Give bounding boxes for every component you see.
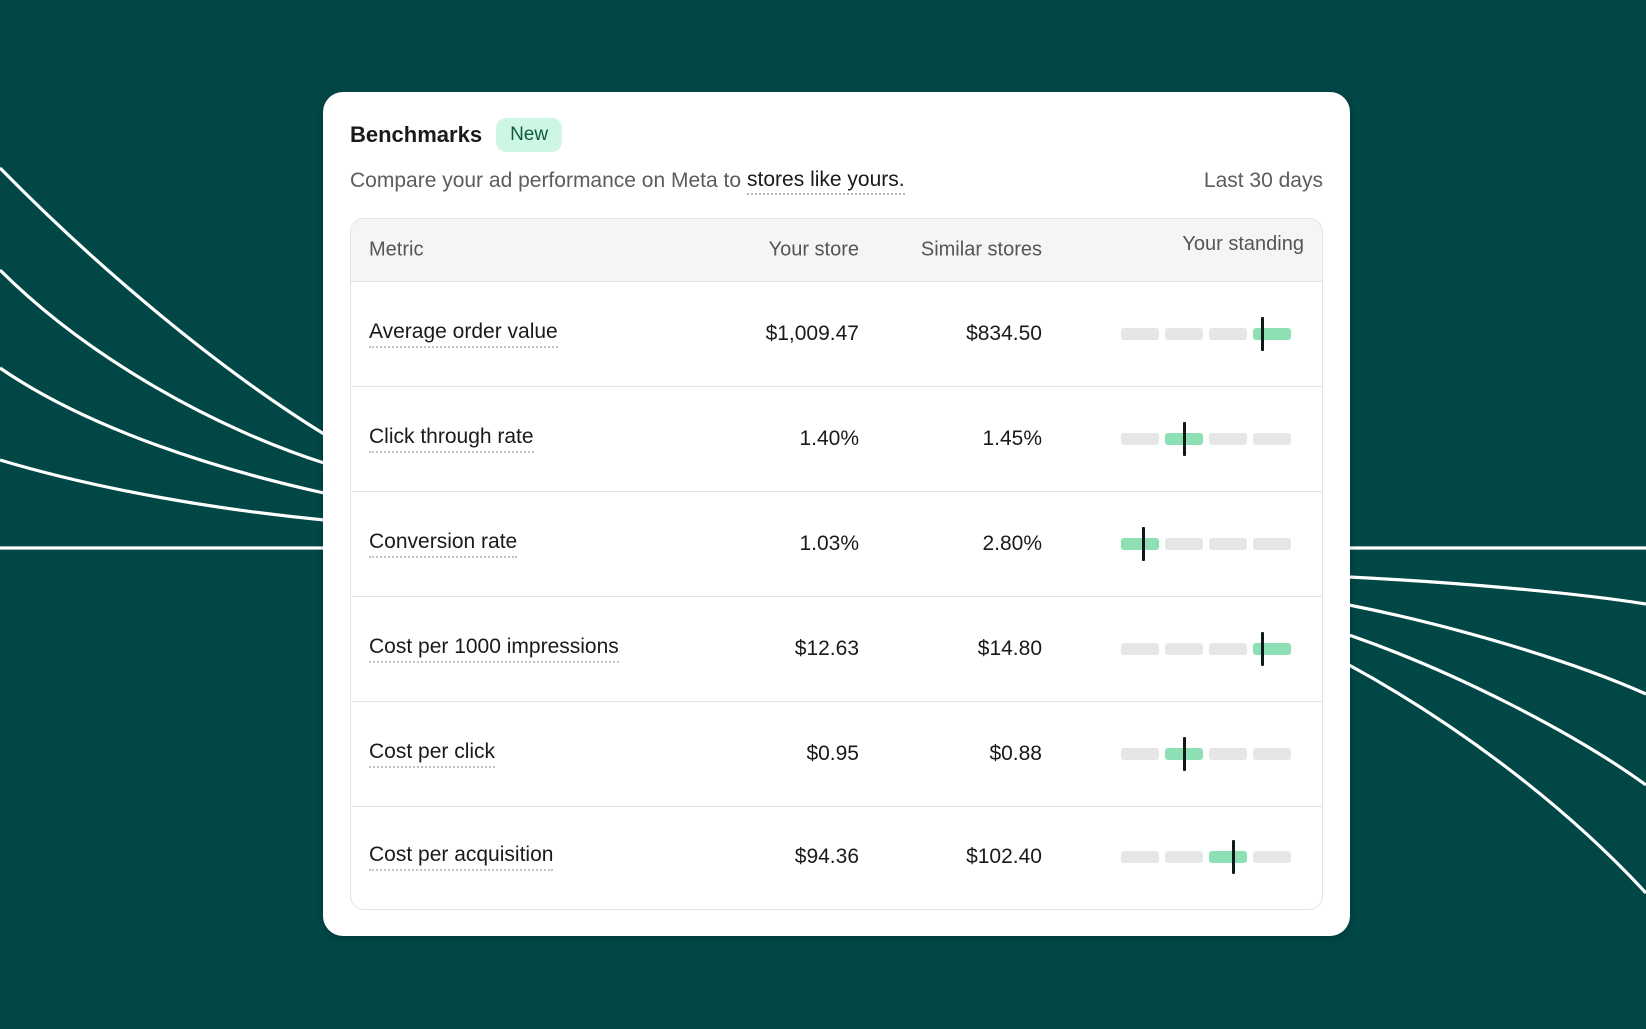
table-row: Average order value $1,009.47 $834.50: [351, 282, 1322, 387]
standing-marker: [1261, 317, 1264, 351]
standing-indicator: [1121, 632, 1291, 666]
your-store-value: $0.95: [806, 742, 859, 765]
standing-segment: [1209, 538, 1247, 550]
your-store-value: $1,009.47: [765, 322, 859, 345]
metric-name[interactable]: Average order value: [369, 320, 558, 348]
standing-indicator: [1121, 527, 1291, 561]
metric-name[interactable]: Cost per 1000 impressions: [369, 635, 619, 663]
table-row: Cost per acquisition $94.36 $102.40: [351, 807, 1322, 907]
benchmarks-table: Metric Your store Similar stores Your st…: [350, 218, 1323, 910]
metric-name[interactable]: Cost per click: [369, 740, 496, 768]
decor-line-2: [0, 268, 325, 465]
standing-segment-active: [1209, 851, 1247, 863]
standing-segment-active: [1253, 643, 1291, 655]
similar-stores-value: $14.80: [977, 637, 1042, 660]
standing-segment: [1165, 643, 1203, 655]
standing-segment-active: [1253, 328, 1291, 340]
your-store-value: $94.36: [794, 845, 859, 868]
card-subtitle: Compare your ad performance on Meta to s…: [350, 166, 1323, 196]
your-store-value: 1.40%: [799, 427, 859, 450]
your-store-value: 1.03%: [799, 532, 859, 555]
standing-segment: [1121, 748, 1159, 760]
metric-name[interactable]: Conversion rate: [369, 530, 518, 558]
column-header-metric: Metric: [369, 238, 424, 261]
date-range-label: Last 30 days: [1203, 169, 1323, 192]
standing-marker: [1182, 737, 1186, 771]
stores-like-yours-link[interactable]: stores like yours.: [747, 168, 905, 195]
metric-name[interactable]: Cost per acquisition: [369, 843, 554, 871]
standing-segment: [1253, 538, 1291, 550]
column-header-similar-stores: Similar stores: [920, 238, 1042, 261]
standing-indicator: [1121, 317, 1291, 351]
benchmarks-card: Benchmarks New Compare your ad performan…: [323, 92, 1350, 936]
standing-segment: [1121, 643, 1159, 655]
your-store-value: $12.63: [794, 637, 859, 660]
subtitle-text: Compare your ad performance on Meta to: [350, 169, 742, 192]
standing-indicator: [1121, 840, 1291, 874]
column-header-your-store: Your store: [768, 238, 859, 261]
standing-segment: [1209, 643, 1247, 655]
table-row: Click through rate 1.40% 1.45%: [351, 387, 1322, 492]
similar-stores-value: $834.50: [966, 322, 1042, 345]
table-row: Conversion rate 1.03% 2.80%: [351, 492, 1322, 597]
standing-segment: [1165, 538, 1203, 550]
standing-marker: [1182, 422, 1186, 456]
decor-line-8: [1348, 603, 1646, 696]
standing-segment: [1209, 433, 1247, 445]
standing-segment-active: [1121, 538, 1159, 550]
standing-segment: [1253, 851, 1291, 863]
standing-segment: [1165, 851, 1203, 863]
standing-indicator: [1121, 737, 1291, 771]
similar-stores-value: $0.88: [989, 742, 1042, 765]
standing-segment: [1253, 748, 1291, 760]
table-row: Cost per 1000 impressions $12.63 $14.80: [351, 597, 1322, 702]
column-header-your-standing: Your standing: [1182, 233, 1304, 255]
standing-indicator: [1121, 422, 1291, 456]
decor-line-1: [0, 166, 325, 436]
standing-segment: [1121, 851, 1159, 863]
similar-stores-value: 1.45%: [982, 427, 1042, 450]
standing-segment: [1121, 328, 1159, 340]
table-row: Cost per click $0.95 $0.88: [351, 702, 1322, 807]
card-title: Benchmarks: [350, 122, 483, 147]
similar-stores-value: 2.80%: [982, 532, 1042, 555]
standing-segment: [1165, 328, 1203, 340]
new-badge: New: [496, 118, 563, 152]
standing-marker: [1232, 840, 1236, 874]
card-header: Benchmarks New: [350, 118, 563, 152]
standing-marker: [1261, 632, 1264, 666]
similar-stores-value: $102.40: [966, 845, 1042, 868]
standing-marker: [1142, 527, 1146, 561]
table-header: Metric Your store Similar stores Your st…: [351, 219, 1322, 282]
decor-line-7: [1348, 575, 1646, 606]
metric-name[interactable]: Click through rate: [369, 425, 534, 453]
standing-segment: [1121, 433, 1159, 445]
standing-segment: [1253, 433, 1291, 445]
decor-line-4: [0, 458, 325, 522]
standing-segment: [1209, 328, 1247, 340]
standing-segment: [1209, 748, 1247, 760]
